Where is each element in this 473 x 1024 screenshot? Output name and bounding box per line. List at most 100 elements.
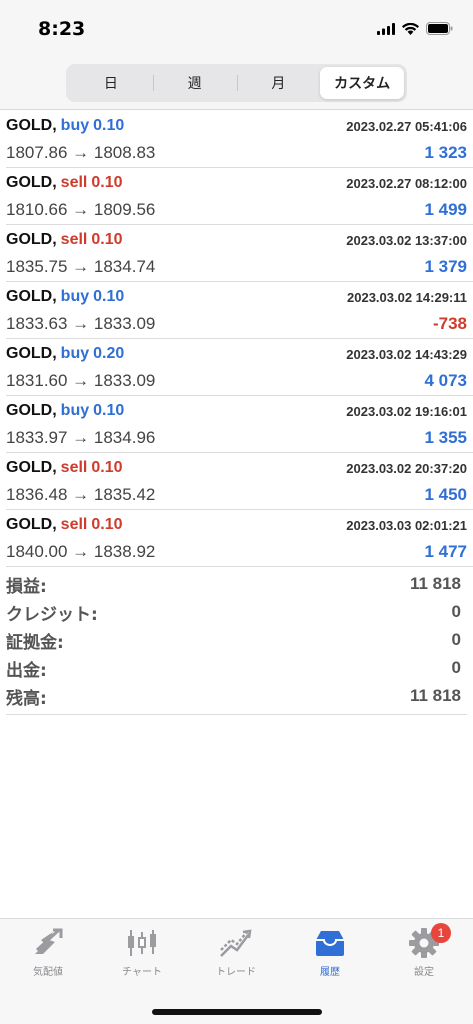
deal-time: 2023.03.02 14:43:29: [346, 347, 467, 362]
summary-value: 0: [451, 602, 461, 621]
deal-symbol: GOLD,: [6, 288, 57, 305]
deal-profit: 1 499: [424, 200, 467, 219]
deal-prices: 1840.00 → 1838.92: [6, 542, 156, 561]
status-icons: [377, 22, 453, 35]
wifi-icon: [402, 22, 419, 35]
deals-list: GOLD, buy 0.10 2023.02.27 05:41:06 1807.86 →…: [0, 111, 473, 567]
deal-row[interactable]: GOLD, sell 0.10 2023.02.27 08:12:00 1810.66 …: [6, 168, 473, 225]
deal-symbol-line: GOLD, sell 0.10: [6, 459, 123, 477]
segment-day[interactable]: 日: [69, 67, 153, 99]
deal-row[interactable]: GOLD, buy 0.10 2023.02.27 05:41:06 1807.86 →…: [6, 111, 473, 168]
status-time: 8:23: [38, 18, 86, 40]
quotes-icon: [35, 928, 63, 954]
deal-volume: 0.10: [93, 288, 125, 305]
tab-trade[interactable]: トレード: [189, 925, 283, 985]
deal-profit: 4 073: [424, 371, 467, 390]
deal-prices: 1807.86 → 1808.83: [6, 143, 156, 162]
deal-side: sell: [60, 516, 88, 533]
deal-prices: 1810.66 → 1809.56: [6, 200, 156, 219]
deal-prices: 1833.63 → 1833.09: [6, 314, 156, 333]
deal-side: sell: [60, 174, 88, 191]
deal-side: sell: [60, 231, 88, 248]
deal-volume: 0.10: [91, 231, 123, 248]
deal-prices: 1831.60 → 1833.09: [6, 371, 156, 390]
deal-prices: 1836.48 → 1835.42: [6, 485, 156, 504]
deal-symbol-line: GOLD, buy 0.10: [6, 402, 124, 420]
segment-month[interactable]: 月: [236, 67, 321, 99]
deal-symbol: GOLD,: [6, 345, 57, 362]
tab-settings-label: 設定: [414, 967, 434, 978]
deal-volume: 0.10: [93, 402, 125, 419]
deal-volume: 0.10: [91, 174, 123, 191]
settings-badge: 1: [431, 923, 451, 943]
segment-week[interactable]: 週: [152, 67, 237, 99]
deal-side: sell: [60, 459, 88, 476]
deal-symbol: GOLD,: [6, 516, 57, 533]
deal-row[interactable]: GOLD, sell 0.10 2023.03.02 13:37:00 1835.75 …: [6, 225, 473, 282]
deal-row[interactable]: GOLD, buy 0.20 2023.03.02 14:43:29 1831.60 →…: [6, 339, 473, 396]
summary-row: 損益: 11 818: [6, 570, 467, 598]
deal-symbol-line: GOLD, buy 0.20: [6, 345, 124, 363]
deal-row[interactable]: GOLD, sell 0.10 2023.03.02 20:37:20 1836.48 …: [6, 453, 473, 510]
tab-history-label: 履歴: [320, 967, 340, 978]
deal-side: buy: [60, 402, 90, 419]
deal-side: buy: [60, 117, 90, 134]
deal-side: buy: [60, 288, 90, 305]
summary-row: 出金: 0: [6, 654, 467, 682]
summary-label: 出金:: [6, 660, 47, 681]
deal-profit: 1 379: [424, 257, 467, 276]
deal-profit: 1 450: [424, 485, 467, 504]
summary-value: 11 818: [409, 686, 461, 705]
summary-row: クレジット: 0: [6, 598, 467, 626]
summary-label: 損益:: [6, 576, 47, 597]
summary-label: 残高:: [6, 688, 47, 709]
summary-value: 11 818: [409, 574, 461, 593]
deal-symbol-line: GOLD, sell 0.10: [6, 516, 123, 534]
deal-symbol: GOLD,: [6, 174, 57, 191]
summary-section: 損益: 11 818 クレジット: 0 証拠金: 0 出金: 0 残高: 11 818: [6, 570, 467, 715]
history-icon: [316, 931, 344, 956]
trade-icon: [220, 929, 252, 957]
deal-symbol-line: GOLD, sell 0.10: [6, 174, 123, 192]
summary-value: 0: [451, 658, 461, 677]
deal-time: 2023.03.03 02:01:21: [346, 518, 467, 533]
deal-time: 2023.02.27 08:12:00: [346, 176, 467, 191]
summary-label: クレジット:: [6, 604, 98, 625]
deal-profit: -738: [432, 314, 467, 333]
battery-icon: [426, 22, 453, 35]
deal-volume: 0.20: [93, 345, 125, 362]
deal-profit: 1 477: [424, 542, 467, 561]
deal-symbol-line: GOLD, buy 0.10: [6, 117, 124, 135]
summary-row: 証拠金: 0: [6, 626, 467, 654]
deal-time: 2023.03.02 20:37:20: [346, 461, 467, 476]
tab-quotes[interactable]: 気配値: [1, 925, 95, 985]
segment-custom[interactable]: カスタム: [320, 67, 404, 99]
deal-volume: 0.10: [91, 459, 123, 476]
deal-time: 2023.03.02 13:37:00: [346, 233, 467, 248]
deal-side: buy: [60, 345, 90, 362]
tab-quotes-label: 気配値: [33, 967, 63, 978]
deal-prices: 1833.97 → 1834.96: [6, 428, 156, 447]
deal-time: 2023.03.02 14:29:11: [347, 290, 467, 305]
cellular-signal-icon: [377, 22, 395, 35]
deal-prices: 1835.75 → 1834.74: [6, 257, 156, 276]
tab-trade-label: トレード: [216, 967, 256, 978]
deal-volume: 0.10: [93, 117, 125, 134]
period-bar: 日 週 月 カスタム: [0, 58, 473, 110]
deal-time: 2023.03.02 19:16:01: [346, 404, 467, 419]
deal-row[interactable]: GOLD, buy 0.10 2023.03.02 14:29:11 1833.63 →…: [6, 282, 473, 339]
deal-symbol: GOLD,: [6, 117, 57, 134]
summary-value: 0: [451, 630, 461, 649]
tab-chart-label: チャート: [122, 967, 162, 978]
deal-row[interactable]: GOLD, buy 0.10 2023.03.02 19:16:01 1833.97 →…: [6, 396, 473, 453]
deal-time: 2023.02.27 05:41:06: [346, 119, 467, 134]
deal-symbol: GOLD,: [6, 402, 57, 419]
deal-volume: 0.10: [91, 516, 123, 533]
tab-history[interactable]: 履歴: [283, 925, 377, 985]
tab-chart[interactable]: チャート: [95, 925, 189, 985]
home-indicator: [152, 1009, 322, 1015]
deal-row[interactable]: GOLD, sell 0.10 2023.03.03 02:01:21 1840.00 …: [6, 510, 473, 567]
deal-symbol-line: GOLD, sell 0.10: [6, 231, 123, 249]
deal-profit: 1 355: [424, 428, 467, 447]
tab-settings[interactable]: 設定 1: [377, 923, 471, 985]
